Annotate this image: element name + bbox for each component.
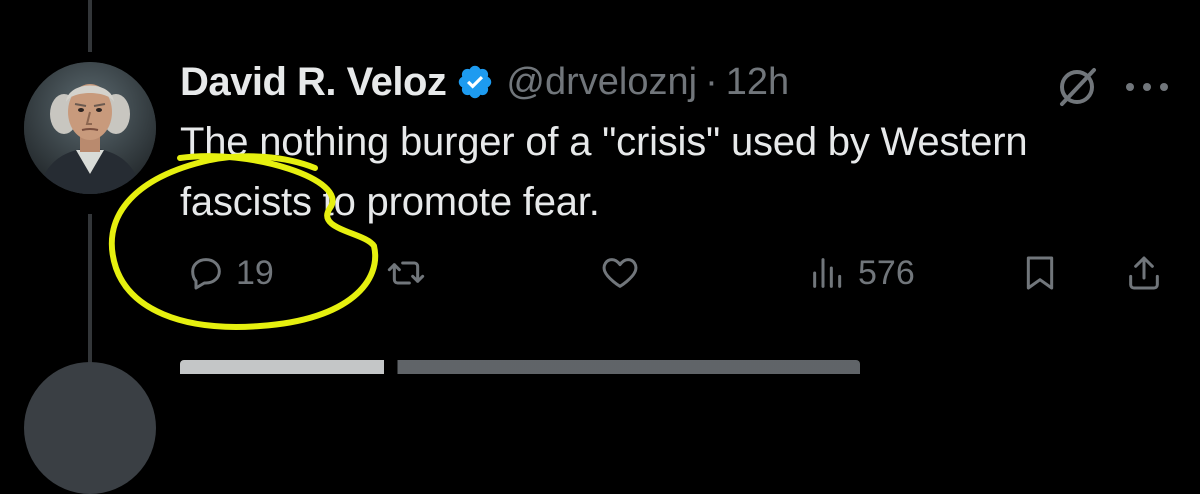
thread-connector-line <box>88 214 92 373</box>
views-icon <box>808 253 848 293</box>
tweet-text: The nothing burger of a "crisis" used by… <box>180 120 1028 224</box>
retweet-button[interactable] <box>384 248 438 298</box>
reply-count: 19 <box>236 253 274 292</box>
verified-badge-icon[interactable] <box>456 63 494 101</box>
views-button[interactable]: 576 <box>808 248 915 298</box>
share-button[interactable] <box>1124 248 1164 298</box>
author-handle[interactable]: @drveloznj <box>506 61 697 104</box>
reply-icon <box>186 253 226 293</box>
tweet-action-bar: 19 576 <box>180 248 1170 298</box>
next-tweet-header-partial <box>180 358 880 374</box>
heart-icon <box>598 253 642 293</box>
retweet-icon <box>384 253 428 293</box>
share-icon <box>1124 253 1164 293</box>
more-horizontal-icon[interactable] <box>1124 67 1170 107</box>
thread-connector-line <box>88 0 92 52</box>
avatar[interactable] <box>24 62 156 194</box>
next-tweet-header-text <box>180 360 860 374</box>
tweet-header-actions <box>1052 62 1170 112</box>
tweet-timestamp[interactable]: 12h <box>726 61 789 104</box>
separator-dot: · <box>705 60 718 103</box>
author-display-name[interactable]: David R. Veloz <box>180 60 447 105</box>
tweet-header: David R. Veloz @drveloznj · 12h <box>180 56 789 108</box>
bookmark-button[interactable] <box>1020 248 1060 298</box>
like-button[interactable] <box>598 248 652 298</box>
bookmark-icon <box>1020 253 1060 293</box>
reply-button[interactable]: 19 <box>186 248 274 298</box>
next-tweet-avatar[interactable] <box>24 362 156 494</box>
grok-icon[interactable] <box>1052 62 1102 112</box>
view-count: 576 <box>858 253 915 292</box>
